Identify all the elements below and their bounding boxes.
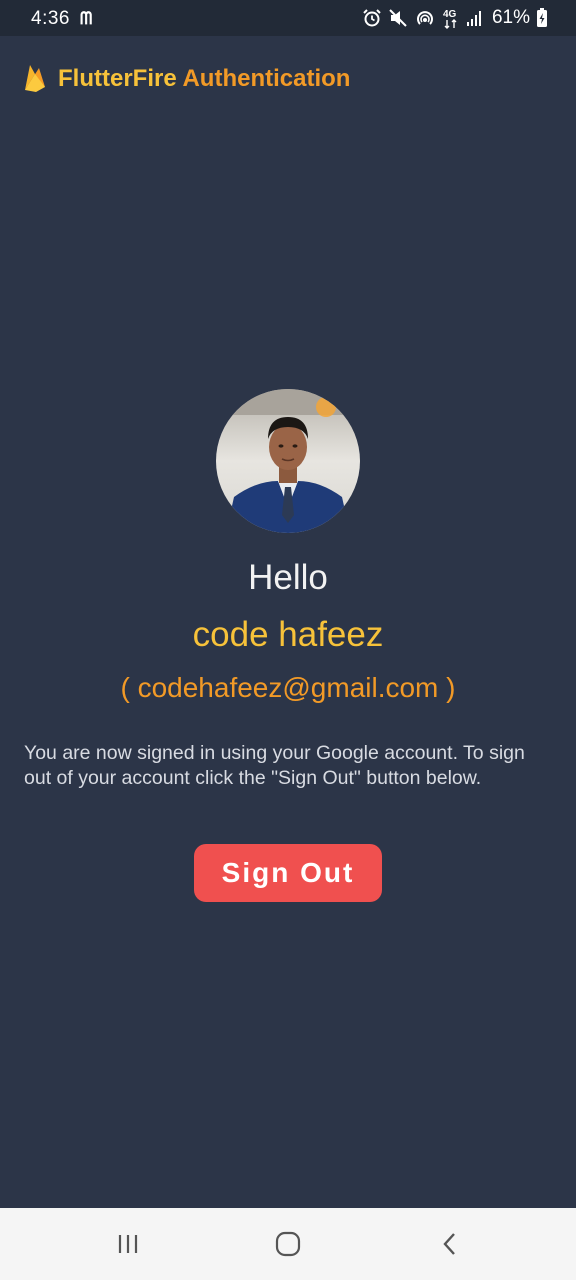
battery-icon (537, 8, 547, 27)
status-bar: 4:36 ᗰ 4G 61% (0, 0, 576, 36)
user-email: ( codehafeez@gmail.com ) (120, 672, 456, 703)
battery-percent: 61% (491, 7, 530, 28)
greeting-text: Hello (248, 558, 328, 597)
app-title-authentication: Authentication (182, 65, 351, 92)
status-time: 4:36 (31, 8, 70, 29)
back-button[interactable] (430, 1226, 470, 1262)
hotspot-icon (417, 11, 433, 25)
home-button[interactable] (268, 1226, 308, 1262)
svg-text:4G: 4G (443, 9, 457, 20)
app-title-flutterfire: FlutterFire (58, 65, 177, 92)
app-bar: FlutterFire Authentication (0, 36, 576, 120)
app-title: FlutterFire Authentication (58, 65, 350, 93)
back-icon (443, 1233, 455, 1255)
recents-button[interactable] (108, 1226, 148, 1262)
alarm-icon (363, 9, 381, 27)
notification-app-icon: ᗰ (80, 9, 93, 28)
user-name: code hafeez (192, 615, 384, 654)
avatar (216, 389, 360, 533)
home-icon (275, 1231, 301, 1257)
mute-icon (389, 9, 407, 27)
recents-icon (118, 1235, 138, 1253)
signed-in-info-text: You are now signed in using your Google … (24, 742, 525, 789)
firebase-flame-icon (25, 65, 45, 92)
sign-out-button[interactable]: Sign Out (194, 844, 382, 902)
4g-icon: 4G (443, 9, 457, 29)
signal-icon (466, 11, 481, 26)
navigation-bar (0, 1208, 576, 1280)
status-icons: 4G 61% (362, 6, 548, 30)
